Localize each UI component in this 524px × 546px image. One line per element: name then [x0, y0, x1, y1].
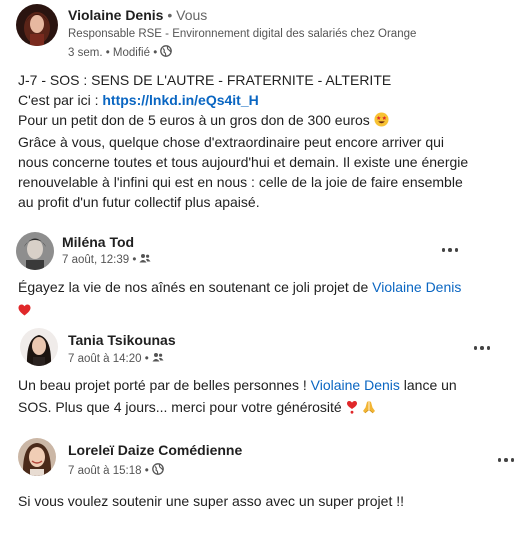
- comment-time: 7 août à 15:18 •: [68, 464, 149, 477]
- comment-text-line-2: SOS. Plus que 4 jours... merci pour votr…: [18, 396, 518, 420]
- post-line-4: Grâce à vous, quelque chose d'extraordin…: [18, 134, 445, 150]
- comment: Miléna Tod 7 août, 12:39 • Égayez la vie…: [0, 228, 524, 320]
- comment-more-button[interactable]: [470, 340, 494, 356]
- author-relation: • Vous: [163, 7, 208, 23]
- commenter-name[interactable]: Loreleï Daize Comédienne: [68, 442, 242, 458]
- comment-meta: 7 août à 15:18 •: [68, 463, 164, 478]
- red-exclamation-icon: [346, 398, 358, 420]
- author-name-line: Violaine Denis • Vous: [68, 7, 207, 23]
- author-avatar[interactable]: [16, 4, 58, 46]
- post-body: J-7 - SOS : SENS DE L'AUTRE - FRATERNITE…: [18, 70, 518, 212]
- starstruck-emoji-icon: [374, 112, 389, 132]
- post-line-2: C'est par ici : https://lnkd.in/eQs4it_H: [18, 90, 518, 110]
- commenter-avatar[interactable]: [20, 328, 58, 366]
- comment-text: Si vous voulez soutenir une super asso a…: [18, 490, 518, 512]
- comment-text-suffix: lance un: [399, 377, 457, 393]
- red-heart-icon: [18, 300, 31, 322]
- commenter-name[interactable]: Miléna Tod: [62, 234, 134, 250]
- praying-hands-icon: [362, 398, 376, 420]
- comment-text-line-2: [18, 298, 518, 322]
- post-meta: 3 sem. • Modifié •: [68, 45, 173, 60]
- globe-icon: [160, 45, 173, 60]
- post-line-1: J-7 - SOS : SENS DE L'AUTRE - FRATERNITE…: [18, 72, 392, 88]
- comment-more-button[interactable]: [438, 242, 462, 258]
- comment-text-line-1: Un beau projet porté par de belles perso…: [18, 374, 518, 396]
- comment-text-line-2-text: SOS. Plus que 4 jours... merci pour votr…: [18, 399, 346, 415]
- post-link[interactable]: https://lnkd.in/eQs4it_H: [102, 92, 258, 108]
- commenter-avatar[interactable]: [16, 232, 54, 270]
- globe-icon: [151, 463, 164, 478]
- post-header: Violaine Denis • Vous Responsable RSE - …: [16, 4, 496, 60]
- comment-more-button[interactable]: [494, 452, 518, 468]
- post-line-2-prefix: C'est par ici :: [18, 92, 103, 108]
- comment-text: Un beau projet porté par de belles perso…: [18, 374, 518, 420]
- comment-time: 7 août à 14:20 •: [68, 352, 149, 365]
- commenter-name[interactable]: Tania Tsikounas: [68, 332, 176, 348]
- comment-text: Égayez la vie de nos aînés en soutenant …: [18, 276, 518, 322]
- commenter-avatar[interactable]: [18, 438, 56, 476]
- comment: Loreleï Daize Comédienne 7 août à 15:18 …: [0, 428, 524, 528]
- comment-text-line-1: Égayez la vie de nos aînés en soutenant …: [18, 276, 518, 298]
- comment: Tania Tsikounas 7 août à 14:20 • Un beau…: [0, 322, 524, 422]
- mention-link[interactable]: Violaine Denis: [311, 377, 400, 393]
- people-icon: [139, 253, 151, 266]
- post-line-6: renouvelable à l'infini qui est en nous …: [18, 174, 463, 190]
- comment-text-line-1: Si vous voulez soutenir une super asso a…: [18, 493, 404, 509]
- people-icon: [152, 352, 164, 365]
- comment-text-prefix: Égayez la vie de nos aînés en soutenant …: [18, 279, 373, 295]
- comment-time: 7 août, 12:39 •: [62, 253, 137, 266]
- mention-link[interactable]: Violaine Denis: [372, 279, 461, 295]
- comment-text-prefix: Un beau projet porté par de belles perso…: [18, 377, 311, 393]
- author-headline: Responsable RSE - Environnement digital …: [68, 28, 417, 40]
- post-line-3: Pour un petit don de 5 euros à un gros d…: [18, 110, 518, 132]
- post-line-7: au profit d'un futur collectif plus apai…: [18, 194, 260, 210]
- post-line-5: nous concerne toutes et tous aujourd'hui…: [18, 154, 469, 170]
- author-name[interactable]: Violaine Denis: [68, 7, 163, 23]
- comment-meta: 7 août, 12:39 •: [62, 253, 151, 266]
- post-line-3-text: Pour un petit don de 5 euros à un gros d…: [18, 112, 370, 128]
- comment-meta: 7 août à 14:20 •: [68, 352, 164, 365]
- post-time: 3 sem. • Modifié •: [68, 46, 158, 59]
